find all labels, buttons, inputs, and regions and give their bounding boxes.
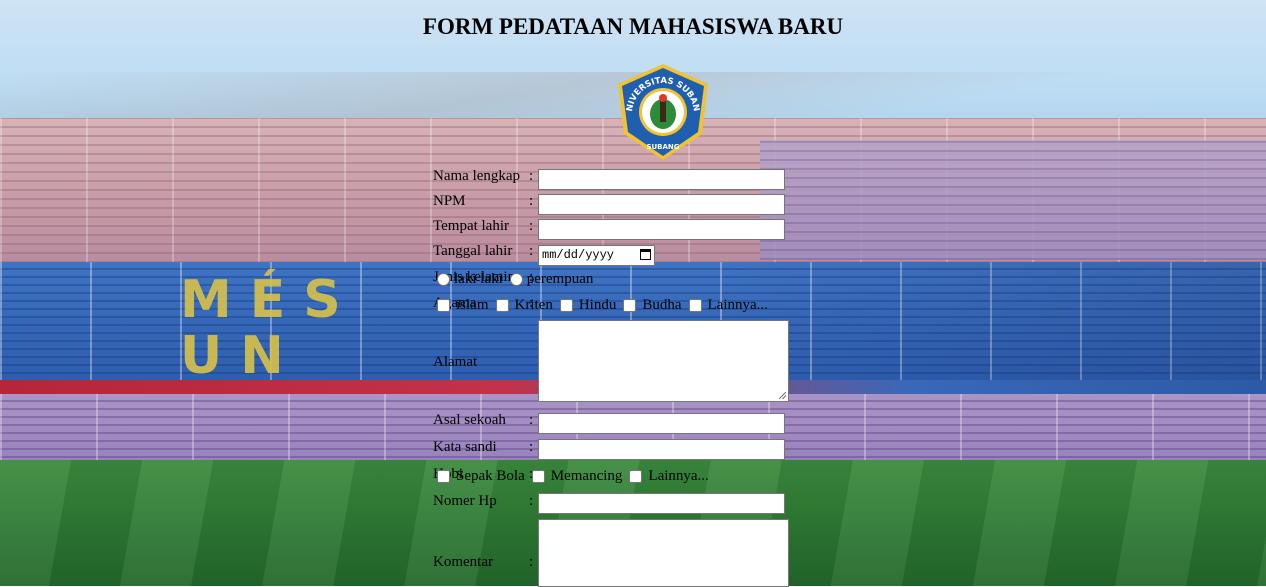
alamat-textarea[interactable] [538,320,789,402]
hobi-options: Sepak Bola Memancing Lainnya... [433,468,712,485]
checkbox-label-budha: Budha [642,297,682,313]
label-npm: NPM [433,193,466,209]
radio-label-perempuan: perempuan [526,271,594,287]
label-alamat: Alamat [433,354,478,370]
checkbox-label-islam: islam [456,297,489,313]
colon: : [529,554,534,570]
checkbox-kriten[interactable] [495,299,509,312]
checkbox-label-lainnya-agama: Lainnya... [707,297,768,313]
label-komentar: Komentar [433,554,493,570]
checkbox-memancing[interactable] [531,470,545,483]
agama-options: islam Kriten Hindu Budha Lainnya... [433,297,771,314]
label-kata-sandi: Kata sandi [433,439,497,455]
row-alamat: Alamat [433,320,893,402]
nama-lengkap-input[interactable] [538,169,785,190]
jenis-kelamin-options: laki laki perempuan [433,271,596,288]
colon: : [529,243,534,259]
date-placeholder: mm/dd/yyyy [542,248,615,262]
checkbox-hindu[interactable] [559,299,573,312]
checkbox-label-hindu: Hindu [578,297,617,313]
checkbox-label-sepak-bola: Sepak Bola [456,468,525,484]
checkbox-lainnya-hobi[interactable] [629,470,643,483]
radio-perempuan[interactable] [509,273,523,286]
npm-input[interactable] [538,194,785,215]
checkbox-label-memancing: Memancing [550,468,623,484]
checkbox-sepak-bola[interactable] [437,470,450,483]
logo-bottom-text: SUBANG [646,143,679,151]
colon: : [529,218,534,234]
label-nama-lengkap: Nama lengkap [433,168,521,184]
calendar-icon[interactable] [640,249,651,260]
tempat-lahir-input[interactable] [538,219,785,240]
colon: : [529,439,534,455]
colon: : [529,193,534,209]
checkbox-islam[interactable] [437,299,450,312]
checkbox-lainnya-agama[interactable] [688,299,702,312]
colon: : [529,412,534,428]
upper-tier-shadow [760,140,1266,260]
tanggal-lahir-input[interactable]: mm/dd/yyyy [538,245,655,266]
colon: : [529,493,534,509]
resize-handle[interactable] [779,392,786,399]
nomer-hp-input[interactable] [538,493,785,514]
label-tempat-lahir: Tempat lahir [433,218,510,234]
universitas-subang-logo: UNIVERSITAS SUBANG SUBANG [612,62,708,160]
checkbox-budha[interactable] [623,299,637,312]
label-asal-sekolah: Asal sekoah [433,412,506,428]
komentar-textarea[interactable] [538,519,789,587]
colon: : [529,168,534,184]
label-tanggal-lahir: Tanggal lahir [433,243,513,259]
radio-label-laki-laki: laki laki [454,271,503,287]
checkbox-label-kriten: Kriten [514,297,553,313]
label-nomer-hp: Nomer Hp [433,493,497,509]
row-komentar: Komentar : [433,518,893,587]
kata-sandi-input[interactable] [538,439,785,460]
checkbox-label-lainnya-hobi: Lainnya... [648,468,709,484]
page-title: FORM PEDATAAN MAHASISWA BARU [422,14,844,39]
asal-sekolah-input[interactable] [538,413,785,434]
radio-laki-laki[interactable] [437,273,450,286]
